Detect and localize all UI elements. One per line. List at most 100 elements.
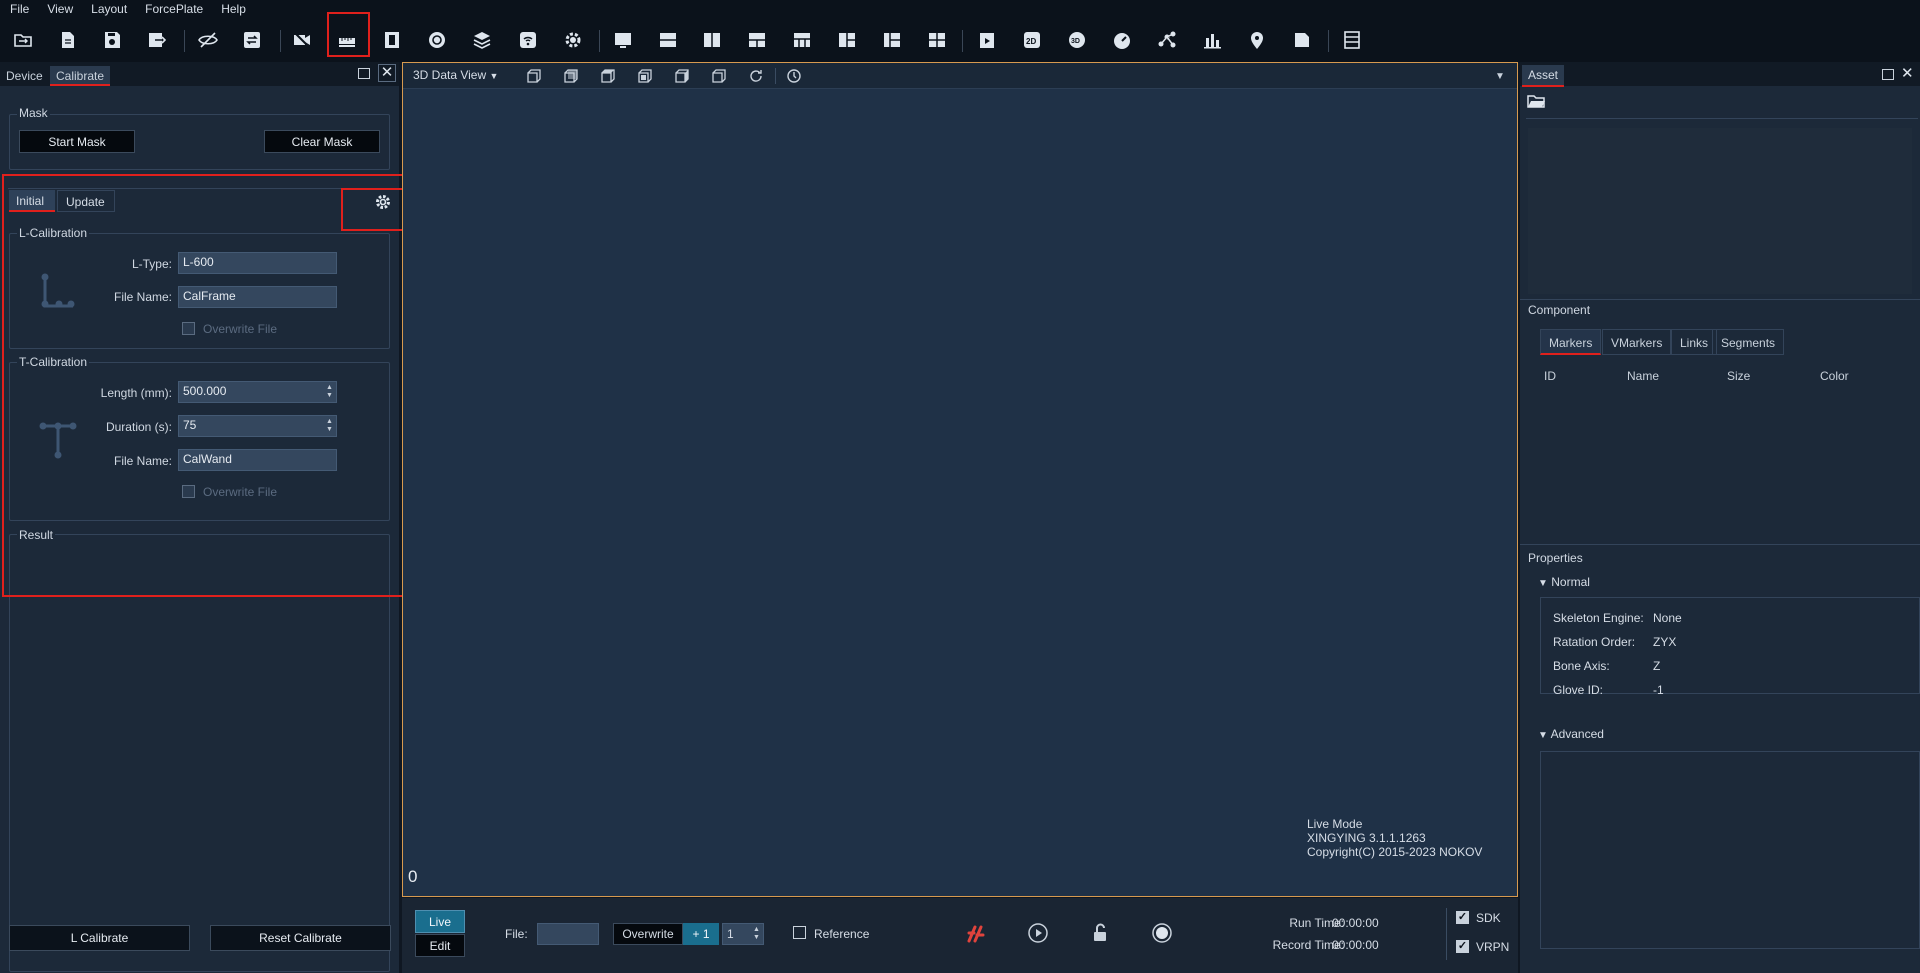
hide-icon[interactable] (194, 27, 222, 53)
file-field[interactable] (537, 923, 599, 945)
asset-list[interactable] (1528, 128, 1912, 294)
tab-vmarkers[interactable]: VMarkers (1602, 329, 1672, 355)
gear-icon[interactable] (373, 192, 393, 212)
tab-asset[interactable]: Asset (1522, 65, 1565, 87)
reset-calibrate-button[interactable]: Reset Calibrate (210, 925, 391, 951)
duration-spinbox[interactable]: 75 ▲ ▼ (178, 415, 337, 437)
start-mask-button[interactable]: Start Mask (19, 130, 135, 153)
vrpn-checkbox[interactable]: ✓ (1456, 940, 1469, 953)
wireless-icon[interactable] (514, 27, 542, 53)
clear-mask-button[interactable]: Clear Mask (264, 130, 380, 153)
t-overwrite-checkbox[interactable] (182, 485, 195, 498)
refresh-icon[interactable] (238, 27, 266, 53)
open-folder-icon[interactable] (9, 27, 37, 53)
list-icon[interactable] (1338, 27, 1366, 53)
float-icon[interactable] (1882, 69, 1894, 80)
column-header-id[interactable]: ID (1544, 369, 1556, 383)
unlock-icon[interactable] (1089, 922, 1111, 944)
layout-side-icon[interactable] (878, 27, 906, 53)
prop-value[interactable]: None (1653, 611, 1682, 625)
menu-forceplate[interactable]: ForcePlate (145, 2, 203, 16)
spin-arrows-icon[interactable]: ▲ ▼ (753, 926, 761, 942)
spin-arrows-icon[interactable]: ▲ ▼ (326, 384, 334, 400)
layout-split-h-icon[interactable] (654, 27, 682, 53)
pin-icon[interactable] (1243, 27, 1271, 53)
layout-single-icon[interactable] (609, 27, 637, 53)
frame-number: 0 (408, 867, 418, 886)
tab-device[interactable]: Device (0, 66, 49, 86)
cube-back-icon[interactable] (562, 67, 580, 85)
cube-right-icon[interactable] (710, 67, 728, 85)
record-icon[interactable] (1151, 922, 1173, 944)
save-icon[interactable] (98, 27, 126, 53)
tab-initial[interactable]: Initial (9, 190, 55, 212)
close-icon[interactable]: ✕ (1901, 64, 1914, 82)
column-header-color[interactable]: Color (1820, 369, 1849, 383)
cube-bottom-icon[interactable] (636, 67, 654, 85)
plus-one-button[interactable]: + 1 (683, 923, 719, 945)
export-icon[interactable] (143, 27, 171, 53)
tab-calibrate[interactable]: Calibrate (50, 66, 111, 86)
l-file-name-field[interactable]: CalFrame (178, 286, 337, 308)
layout-grid-icon[interactable] (743, 27, 771, 53)
advanced-section-toggle[interactable]: ▼ Advanced (1538, 727, 1604, 741)
3d-icon[interactable]: 3D (1063, 27, 1091, 53)
layout-quad-icon[interactable] (923, 27, 951, 53)
l-type-field[interactable]: L-600 (178, 252, 337, 274)
l-calibrate-button[interactable]: L Calibrate (9, 925, 190, 951)
view-selector[interactable]: 3D Data View ▼ (413, 68, 498, 82)
film-icon[interactable] (378, 27, 406, 53)
chart-icon[interactable] (1198, 27, 1226, 53)
prop-value[interactable]: -1 (1653, 683, 1664, 697)
spin-arrows-icon[interactable]: ▲ ▼ (326, 418, 334, 434)
column-header-size[interactable]: Size (1727, 369, 1750, 383)
layout-split-v-icon[interactable] (698, 27, 726, 53)
component-title: Component (1528, 303, 1591, 317)
length-spinbox[interactable]: 500.000 ▲ ▼ (178, 381, 337, 403)
timer-icon[interactable] (785, 67, 803, 85)
prop-value[interactable]: ZYX (1653, 635, 1676, 649)
prop-value[interactable]: Z (1653, 659, 1660, 673)
3d-view-panel[interactable]: 3D Data View ▼ ▼ 0 Live Mode XINGYING 3.… (402, 62, 1518, 897)
edit-button[interactable]: Edit (415, 934, 465, 957)
cube-top-icon[interactable] (599, 67, 617, 85)
l-overwrite-checkbox[interactable] (182, 322, 195, 335)
cube-front-icon[interactable] (525, 67, 543, 85)
camera-off-icon[interactable] (288, 27, 316, 53)
column-header-name[interactable]: Name (1627, 369, 1659, 383)
calibrate-ruler-icon[interactable] (333, 27, 361, 53)
sdk-checkbox[interactable]: ✓ (1456, 911, 1469, 924)
tab-links[interactable]: Links (1671, 329, 1718, 355)
view-menu-chevron-icon[interactable]: ▼ (1495, 71, 1505, 82)
overwrite-button[interactable]: Overwrite (613, 923, 683, 945)
layout-top-icon[interactable] (788, 27, 816, 53)
live-button[interactable]: Live (415, 910, 465, 933)
menu-file[interactable]: File (10, 2, 29, 16)
gauge-icon[interactable] (1108, 27, 1136, 53)
normal-section-toggle[interactable]: ▼ Normal (1538, 575, 1590, 589)
settings-icon[interactable] (559, 27, 587, 53)
menu-layout[interactable]: Layout (91, 2, 127, 16)
cube-left-icon[interactable] (673, 67, 691, 85)
tab-update[interactable]: Update (57, 190, 115, 212)
close-icon[interactable]: ✕ (378, 64, 396, 82)
play-icon[interactable] (1027, 922, 1049, 944)
tab-segments[interactable]: Segments (1712, 329, 1785, 355)
new-file-icon[interactable] (54, 27, 82, 53)
tab-markers[interactable]: Markers (1540, 329, 1602, 355)
rotate-icon[interactable] (423, 27, 451, 53)
skeleton-icon[interactable] (1153, 27, 1181, 53)
reference-checkbox[interactable] (793, 926, 806, 939)
open-folder-icon[interactable] (1526, 92, 1546, 110)
reset-view-icon[interactable] (747, 67, 765, 85)
increment-spinbox[interactable]: 1 ▲ ▼ (722, 923, 764, 945)
playback-icon[interactable] (973, 27, 1001, 53)
menu-help[interactable]: Help (221, 2, 246, 16)
layout-left-icon[interactable] (833, 27, 861, 53)
document-icon[interactable] (1288, 27, 1316, 53)
menu-view[interactable]: View (47, 2, 73, 16)
float-icon[interactable] (358, 68, 370, 79)
t-file-name-field[interactable]: CalWand (178, 449, 337, 471)
layers-icon[interactable] (468, 27, 496, 53)
2d-icon[interactable]: 2D (1018, 27, 1046, 53)
